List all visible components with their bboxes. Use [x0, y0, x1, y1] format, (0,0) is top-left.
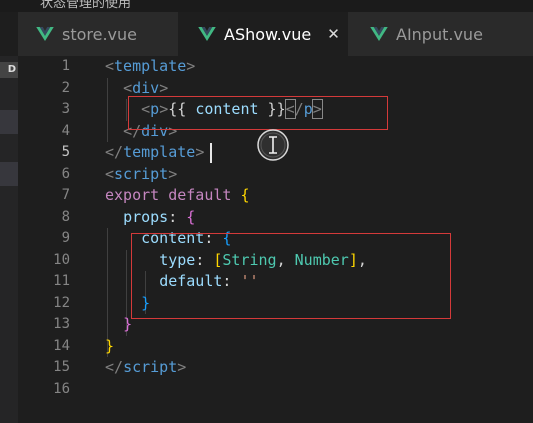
line-number: 11 [53, 273, 70, 289]
code-token: props [123, 207, 169, 226]
side-panel-label: D [0, 62, 18, 78]
side-panel-item[interactable] [0, 110, 18, 134]
code-token: template [123, 143, 196, 161]
text-caret [210, 143, 212, 163]
code-token: </ [105, 143, 124, 161]
code-line: <script> [105, 164, 177, 186]
code-token: export [105, 186, 160, 204]
tab-label: store.vue [62, 24, 138, 44]
tab-ainput-vue[interactable]: AInput.vue [370, 12, 483, 56]
highlight-box-props [131, 233, 451, 319]
line-number: 5 [61, 144, 70, 160]
code-token: : [168, 207, 187, 226]
code-token: > [177, 358, 187, 376]
highlight-box-template [128, 96, 388, 130]
code-line: props: { [105, 207, 195, 229]
code-token: } [105, 336, 115, 355]
code-token: < [105, 57, 115, 75]
top-strip-text: 状态管理的使用 [40, 0, 132, 11]
code-line: } [105, 314, 132, 336]
code-token: script [114, 164, 169, 183]
vue-file-icon [198, 27, 216, 41]
code-token: > [195, 143, 205, 161]
line-number: 14 [53, 337, 70, 354]
line-number: 16 [53, 380, 70, 397]
code-token: default [168, 186, 232, 204]
line-number: 3 [61, 101, 70, 117]
line-number: 13 [53, 316, 70, 332]
code-token: template [114, 57, 187, 75]
code-token: </ [105, 358, 124, 376]
code-line: </script> [105, 357, 186, 379]
line-number: 10 [53, 251, 70, 268]
line-number: 4 [61, 122, 70, 139]
code-token: > [168, 164, 178, 183]
tab-ashow-vue[interactable]: AShow.vue ✕ [178, 12, 348, 56]
close-icon[interactable]: ✕ [327, 25, 340, 43]
code-token: script [123, 358, 178, 376]
code-line: <template> [105, 56, 195, 78]
code-token: < [105, 164, 115, 183]
tab-store-vue[interactable]: store.vue [36, 12, 137, 56]
line-number: 8 [61, 208, 70, 225]
code-token: > [159, 78, 169, 97]
side-panel-item[interactable] [0, 162, 18, 186]
line-number: 12 [53, 294, 70, 311]
line-number: 7 [61, 187, 70, 203]
code-token: { [240, 186, 250, 204]
tab-bar-edge [0, 12, 18, 56]
tab-label: AInput.vue [396, 24, 483, 44]
code-token: div [132, 78, 160, 97]
code-line: </template> [105, 142, 204, 164]
line-number: 6 [61, 165, 70, 182]
code-token: < [123, 78, 133, 97]
vue-file-icon [370, 27, 388, 41]
code-token: { [186, 207, 196, 226]
line-number: 2 [61, 79, 70, 96]
vue-file-icon [36, 27, 54, 41]
text-cursor-icon [257, 129, 289, 161]
code-token: > [186, 57, 196, 75]
top-strip: 状态管理的使用 [0, 0, 533, 12]
line-number: 9 [61, 230, 70, 246]
tab-bar: store.vue AShow.vue ✕ AInput.vue [0, 12, 533, 56]
line-number: 1 [61, 58, 70, 74]
line-number: 15 [53, 359, 70, 375]
tab-label: AShow.vue [224, 24, 312, 44]
code-line: } [105, 336, 114, 358]
code-line: export default { [105, 185, 250, 207]
